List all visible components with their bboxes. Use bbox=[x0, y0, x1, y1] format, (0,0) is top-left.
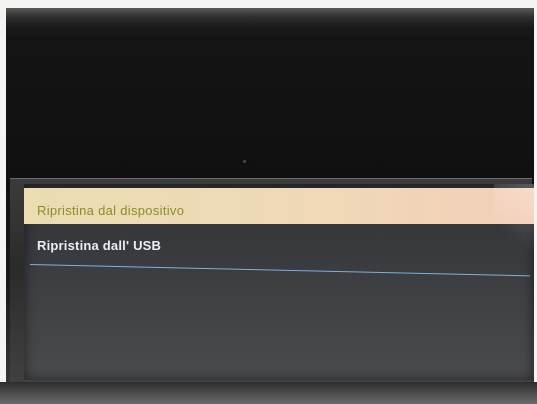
photo-scene: Ripristina dal dispositivo Ripristina da… bbox=[0, 0, 537, 404]
menu-separator bbox=[29, 264, 530, 277]
sensor-dot bbox=[243, 160, 246, 163]
menu-item-restore-from-usb[interactable]: Ripristina dall' USB bbox=[24, 226, 534, 264]
screen-glare bbox=[494, 184, 534, 254]
housing-bottom-edge bbox=[0, 382, 537, 404]
housing-top-edge bbox=[6, 8, 534, 30]
menu-item-restore-from-device[interactable]: Ripristina dal dispositivo bbox=[24, 188, 534, 224]
touch-screen: Ripristina dal dispositivo Ripristina da… bbox=[24, 184, 534, 380]
